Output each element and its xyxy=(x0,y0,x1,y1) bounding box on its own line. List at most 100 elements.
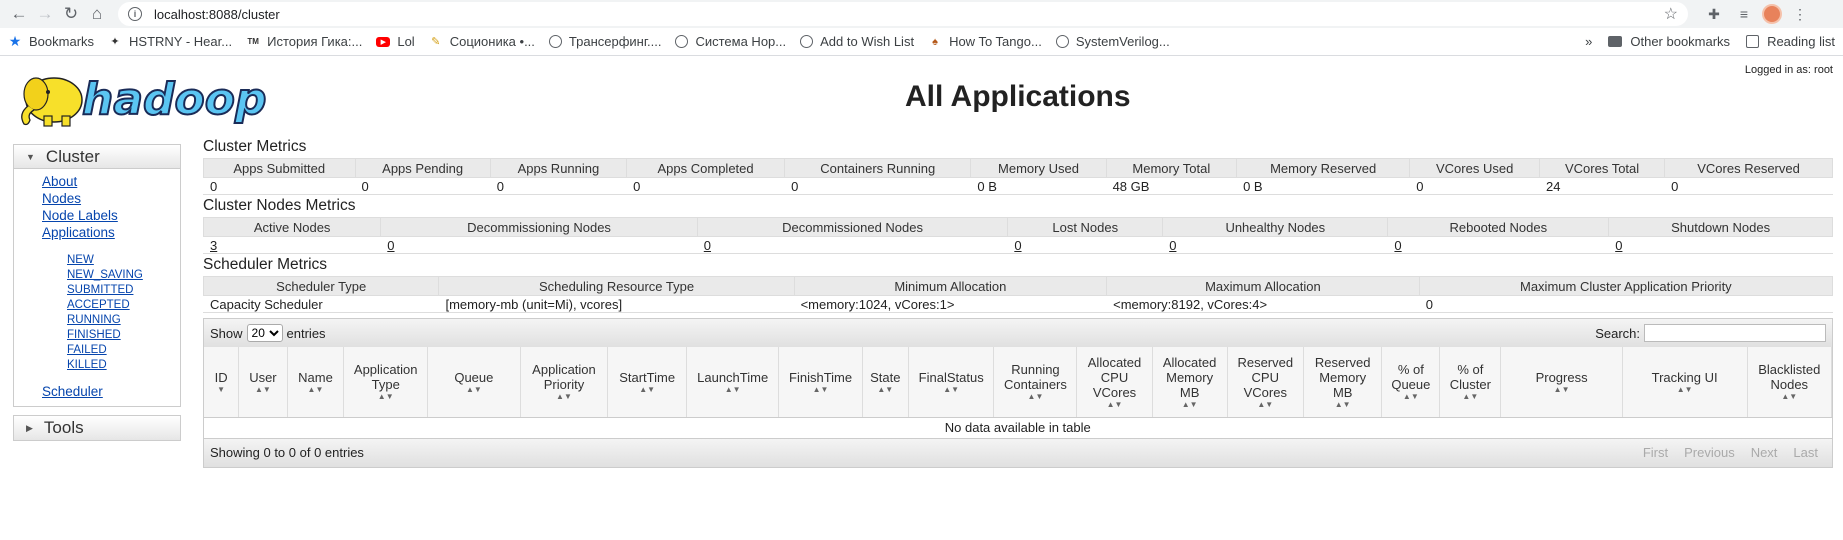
rebooted-nodes-link[interactable]: 0 xyxy=(1394,238,1401,253)
bookmark-item[interactable]: Система Нор... xyxy=(675,34,786,49)
globe-icon xyxy=(800,35,814,48)
column-header[interactable]: ID ▼ xyxy=(204,347,240,418)
bookmark-item[interactable]: ★ Bookmarks xyxy=(8,33,94,49)
column-header[interactable]: LaunchTime ▲▼ xyxy=(686,347,780,418)
sidebar-link-nodes[interactable]: Nodes xyxy=(42,190,180,207)
app-state-new[interactable]: NEW xyxy=(67,253,180,268)
app-state-running[interactable]: RUNNING xyxy=(67,313,180,328)
bookmark-item[interactable]: ▶ Lol xyxy=(376,34,415,49)
sidebar-link-node-labels[interactable]: Node Labels xyxy=(42,207,180,224)
nodes-metrics-table: Active Nodes Decommissioning Nodes Decom… xyxy=(202,217,1833,254)
pager-last-button[interactable]: Last xyxy=(1785,445,1826,460)
column-header[interactable]: FinishTime ▲▼ xyxy=(778,347,863,418)
sidebar-link-scheduler[interactable]: Scheduler xyxy=(42,383,180,400)
column-header[interactable]: Blacklisted Nodes ▲▼ xyxy=(1747,347,1833,418)
column-header-label: Application Priority xyxy=(532,362,596,393)
pager-previous-button[interactable]: Previous xyxy=(1676,445,1743,460)
column-header-label: Application Type xyxy=(353,362,418,393)
column-header[interactable]: Reserved Memory MB ▲▼ xyxy=(1303,347,1383,418)
globe-icon xyxy=(1055,35,1069,48)
bookmark-label: SystemVerilog... xyxy=(1075,34,1170,49)
bookmark-item[interactable]: ♠ How To Tango... xyxy=(928,34,1042,49)
search-input[interactable] xyxy=(1644,324,1826,342)
app-state-accepted[interactable]: ACCEPTED xyxy=(67,298,180,313)
sidebar: ▼ Cluster About Nodes Node Labels Applic… xyxy=(13,144,181,449)
extensions-icon[interactable]: ✚ xyxy=(1702,2,1726,26)
column-header-label: Allocated Memory MB xyxy=(1162,354,1217,400)
column-header[interactable]: StartTime ▲▼ xyxy=(607,347,687,418)
column-header[interactable]: Queue ▲▼ xyxy=(427,347,521,418)
column-header[interactable]: Running Containers ▲▼ xyxy=(993,347,1078,418)
decommissioned-nodes-link[interactable]: 0 xyxy=(704,238,711,253)
app-state-killed[interactable]: KILLED xyxy=(67,358,180,373)
home-icon[interactable]: ⌂ xyxy=(84,2,110,26)
caret-down-icon: ▼ xyxy=(26,151,35,162)
column-header[interactable]: Progress ▲▼ xyxy=(1500,347,1623,418)
unhealthy-nodes-link[interactable]: 0 xyxy=(1169,238,1176,253)
column-header[interactable]: Allocated Memory MB ▲▼ xyxy=(1152,347,1228,418)
tools-section-title: Tools xyxy=(43,418,84,437)
column-header[interactable]: Name ▲▼ xyxy=(287,347,345,418)
sort-icon: ▲▼ xyxy=(812,384,829,394)
menu-icon[interactable]: ⋮ xyxy=(1788,2,1812,26)
column-header-label: User xyxy=(249,369,277,385)
column-header[interactable]: Tracking UI ▲▼ xyxy=(1622,347,1748,418)
url-text: localhost:8088/cluster xyxy=(154,6,280,22)
bookmark-item[interactable]: TM История Гика:... xyxy=(246,34,362,49)
bookmark-item[interactable]: ✎ Соционика •... xyxy=(429,34,535,49)
column-header[interactable]: Reserved CPU VCores ▲▼ xyxy=(1227,347,1304,418)
metric-value: <memory:1024, vCores:1> xyxy=(794,295,1107,313)
metric-header: Decommissioning Nodes xyxy=(380,217,698,237)
media-control-icon[interactable]: ≡ xyxy=(1732,2,1756,26)
reload-icon[interactable]: ↻ xyxy=(58,2,84,26)
shutdown-nodes-link[interactable]: 0 xyxy=(1615,238,1622,253)
app-state-finished[interactable]: FINISHED xyxy=(67,328,180,343)
tools-section-header[interactable]: ▶ Tools xyxy=(14,416,180,440)
pager-next-button[interactable]: Next xyxy=(1743,445,1786,460)
other-bookmarks[interactable]: Other bookmarks xyxy=(1608,34,1730,49)
sidebar-link-applications[interactable]: Applications xyxy=(42,224,180,241)
bookmark-item[interactable]: SystemVerilog... xyxy=(1055,34,1170,49)
metric-value: Capacity Scheduler xyxy=(203,295,439,313)
site-info-icon[interactable]: i xyxy=(128,7,142,21)
cluster-section-header[interactable]: ▼ Cluster xyxy=(14,145,180,169)
address-bar[interactable]: i localhost:8088/cluster ☆ xyxy=(118,2,1688,26)
column-header[interactable]: User ▲▼ xyxy=(238,347,288,418)
column-header[interactable]: Application Type ▲▼ xyxy=(343,347,429,418)
column-header-label: StartTime xyxy=(619,369,676,385)
app-state-failed[interactable]: FAILED xyxy=(67,343,180,358)
column-header[interactable]: State ▲▼ xyxy=(862,347,909,418)
entries-label: entries xyxy=(286,325,326,341)
metric-value: 0 xyxy=(1419,295,1833,313)
sort-icon: ▼ xyxy=(217,384,226,394)
metric-value: 0 xyxy=(490,177,627,195)
column-header[interactable]: Allocated CPU VCores ▲▼ xyxy=(1076,347,1153,418)
bookmark-star-icon[interactable]: ☆ xyxy=(1664,4,1678,24)
sort-icon: ▲▼ xyxy=(1676,384,1693,394)
back-icon[interactable]: ← xyxy=(6,2,32,26)
lost-nodes-link[interactable]: 0 xyxy=(1014,238,1021,253)
column-header[interactable]: Application Priority ▲▼ xyxy=(520,347,609,418)
more-bookmarks-icon[interactable]: » xyxy=(1585,34,1592,49)
app-state-submitted[interactable]: SUBMITTED xyxy=(67,283,180,298)
column-header[interactable]: % of Queue ▲▼ xyxy=(1381,347,1441,418)
column-header[interactable]: FinalStatus ▲▼ xyxy=(908,347,995,418)
active-nodes-link[interactable]: 3 xyxy=(210,238,217,253)
decommissioning-nodes-link[interactable]: 0 xyxy=(387,238,394,253)
reading-list[interactable]: Reading list xyxy=(1746,34,1835,49)
column-header[interactable]: % of Cluster ▲▼ xyxy=(1439,347,1502,418)
sidebar-link-about[interactable]: About xyxy=(42,173,180,190)
bookmark-item[interactable]: Add to Wish List xyxy=(800,34,914,49)
pager-first-button[interactable]: First xyxy=(1635,445,1676,460)
metric-header: Memory Total xyxy=(1105,158,1238,178)
bookmark-item[interactable]: ✦ HSTRNY - Hear... xyxy=(108,34,232,49)
bookmark-item[interactable]: Трансерфинг.... xyxy=(548,34,661,49)
entries-select[interactable]: 20 xyxy=(246,324,283,342)
hadoop-logo: hadoop xyxy=(21,73,267,127)
reading-list-label: Reading list xyxy=(1767,34,1835,49)
metric-header: Apps Pending xyxy=(354,158,491,178)
profile-avatar[interactable] xyxy=(1762,4,1782,24)
app-state-new-saving[interactable]: NEW_SAVING xyxy=(67,268,180,283)
metric-header: Rebooted Nodes xyxy=(1387,217,1610,237)
forward-icon[interactable]: → xyxy=(32,2,58,26)
